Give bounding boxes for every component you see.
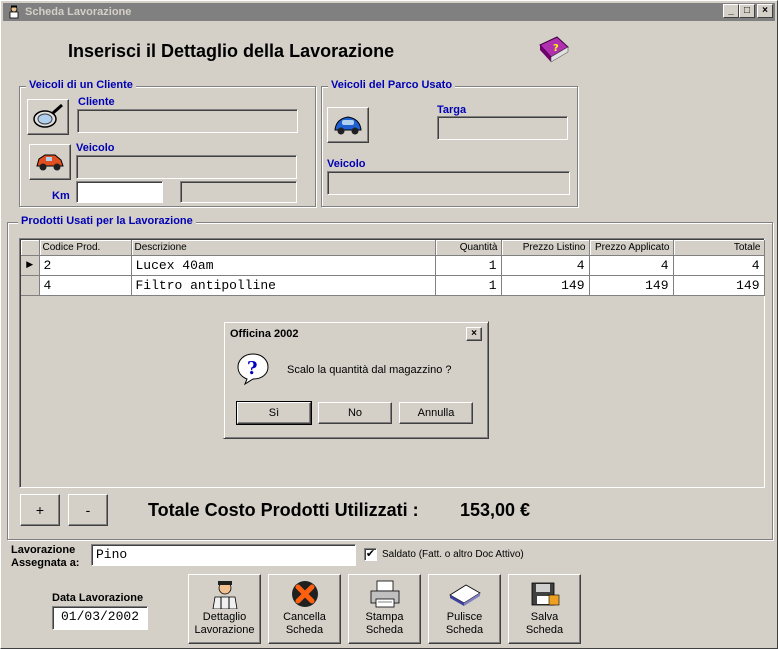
- grid-header-row: Codice Prod. Descrizione Quantità Prezzo…: [21, 240, 765, 256]
- cell-listino[interactable]: 4: [501, 255, 590, 276]
- cell-codice[interactable]: 2: [39, 255, 132, 276]
- row-indicator: [21, 275, 40, 296]
- svg-text:?: ?: [553, 43, 559, 54]
- pulisce-scheda-button[interactable]: Pulisce Scheda: [428, 574, 501, 644]
- title-bar[interactable]: Scheda Lavorazione: [3, 3, 775, 21]
- help-book-icon[interactable]: ?: [537, 33, 571, 67]
- cancella-label-2: Scheda: [285, 624, 324, 636]
- km-input[interactable]: [76, 181, 163, 203]
- select-usato-button[interactable]: [327, 107, 369, 143]
- mechanic-icon: [212, 581, 237, 609]
- cell-descrizione[interactable]: Lucex 40am: [131, 255, 436, 276]
- maximize-button[interactable]: □: [739, 4, 755, 18]
- usato-veicolo-field[interactable]: [327, 171, 570, 195]
- magnifier-icon: [33, 103, 63, 128]
- col-totale[interactable]: Totale: [673, 240, 765, 256]
- save-disk-icon: [531, 582, 559, 606]
- km-extra-field[interactable]: [180, 181, 297, 203]
- cancella-scheda-button[interactable]: Cancella Scheda: [268, 574, 341, 644]
- targa-label: Targa: [437, 104, 467, 116]
- cell-quantita[interactable]: 1: [435, 255, 502, 276]
- total-value: 153,00 €: [460, 500, 531, 520]
- saldato-label: Saldato (Fatt. o altro Doc Attivo): [382, 549, 524, 560]
- search-cliente-button[interactable]: [27, 99, 69, 135]
- select-veicolo-button[interactable]: [29, 144, 71, 180]
- stampa-scheda-button[interactable]: Stampa Scheda: [348, 574, 421, 644]
- remove-product-button[interactable]: -: [68, 494, 108, 526]
- veicolo-field[interactable]: [76, 155, 297, 179]
- confirm-dialog: Officina 2002 × ? Scalo la quantità dal …: [223, 321, 489, 439]
- prodotti-group-title: Prodotti Usati per la Lavorazione: [18, 215, 196, 227]
- assegnata-label-line1: Lavorazione: [11, 544, 76, 556]
- veicolo-label: Veicolo: [76, 142, 115, 154]
- cell-applicato[interactable]: 149: [589, 275, 674, 296]
- cell-listino[interactable]: 149: [501, 275, 590, 296]
- targa-field[interactable]: [437, 116, 568, 140]
- beetle-car-icon: [334, 116, 362, 135]
- data-lavorazione-input[interactable]: 01/03/2002: [52, 606, 148, 630]
- page-title: Inserisci il Dettaglio della Lavorazione: [68, 41, 395, 61]
- main-window: Scheda Lavorazione _ □ × Inserisci il De…: [0, 0, 778, 649]
- stampa-label-1: Stampa: [365, 611, 404, 623]
- dialog-close-button[interactable]: ×: [466, 327, 482, 341]
- cliente-group-title: Veicoli di un Cliente: [26, 79, 136, 91]
- table-row[interactable]: 4 Filtro antipolline 1 149 149 149: [21, 275, 765, 296]
- assegnata-input[interactable]: Pino: [91, 544, 356, 566]
- stampa-label-2: Scheda: [365, 624, 404, 636]
- svg-text:?: ?: [247, 358, 258, 379]
- cell-totale[interactable]: 149: [673, 275, 765, 296]
- cell-applicato[interactable]: 4: [589, 255, 674, 276]
- table-row[interactable]: ▶ 2 Lucex 40am 1 4 4 4: [21, 255, 765, 276]
- dialog-message: Scalo la quantità dal magazzino ?: [287, 364, 452, 376]
- assegnata-label-line2: Assegnata a:: [11, 557, 80, 569]
- cliente-field[interactable]: [77, 109, 298, 133]
- clear-sheet-icon: [448, 584, 481, 606]
- yes-button[interactable]: Sì: [236, 401, 312, 425]
- close-button[interactable]: ×: [757, 4, 773, 18]
- window-title: Scheda Lavorazione: [25, 6, 132, 18]
- cell-quantita[interactable]: 1: [435, 275, 502, 296]
- cell-descrizione[interactable]: Filtro antipolline: [131, 275, 436, 296]
- printer-icon: [370, 580, 399, 608]
- total-label: Totale Costo Prodotti Utilizzati :: [148, 500, 419, 520]
- data-lavorazione-label: Data Lavorazione: [52, 592, 144, 604]
- col-prezzo-listino[interactable]: Prezzo Listino: [501, 240, 590, 256]
- dialog-title: Officina 2002: [230, 328, 299, 340]
- salva-label-1: Salva: [530, 611, 559, 623]
- add-product-button[interactable]: +: [20, 494, 60, 526]
- no-button[interactable]: No: [318, 402, 392, 424]
- cell-codice[interactable]: 4: [39, 275, 132, 296]
- cell-totale[interactable]: 4: [673, 255, 765, 276]
- dettaglio-lavorazione-button[interactable]: Dettaglio Lavorazione: [188, 574, 261, 644]
- delete-icon: [291, 581, 318, 607]
- grid-indicator-header: [21, 240, 40, 256]
- dettaglio-label-1: Dettaglio: [202, 611, 247, 623]
- col-prezzo-applicato[interactable]: Prezzo Applicato: [589, 240, 674, 256]
- col-quantita[interactable]: Quantità: [435, 240, 502, 256]
- dialog-title-bar[interactable]: Officina 2002 ×: [227, 325, 485, 343]
- saldato-checkbox[interactable]: ✔: [364, 548, 377, 561]
- cliente-label: Cliente: [78, 96, 115, 108]
- minimize-button[interactable]: _: [723, 4, 739, 18]
- dettaglio-label-2: Lavorazione: [194, 624, 255, 636]
- salva-label-2: Scheda: [525, 624, 564, 636]
- usato-group-title: Veicoli del Parco Usato: [328, 79, 456, 91]
- pulisce-label-1: Pulisce: [446, 611, 483, 623]
- cancel-button[interactable]: Annulla: [399, 402, 473, 424]
- km-label: Km: [52, 190, 70, 202]
- col-codice[interactable]: Codice Prod.: [39, 240, 132, 256]
- usato-veicolo-label: Veicolo: [327, 158, 366, 170]
- app-icon: [9, 5, 19, 19]
- pulisce-label-2: Scheda: [445, 624, 484, 636]
- col-descrizione[interactable]: Descrizione: [131, 240, 436, 256]
- cancella-label-1: Cancella: [283, 611, 326, 623]
- salva-scheda-button[interactable]: Salva Scheda: [508, 574, 581, 644]
- current-row-indicator-icon: ▶: [21, 255, 40, 276]
- car-icon: [36, 154, 64, 171]
- question-icon: ?: [237, 353, 269, 386]
